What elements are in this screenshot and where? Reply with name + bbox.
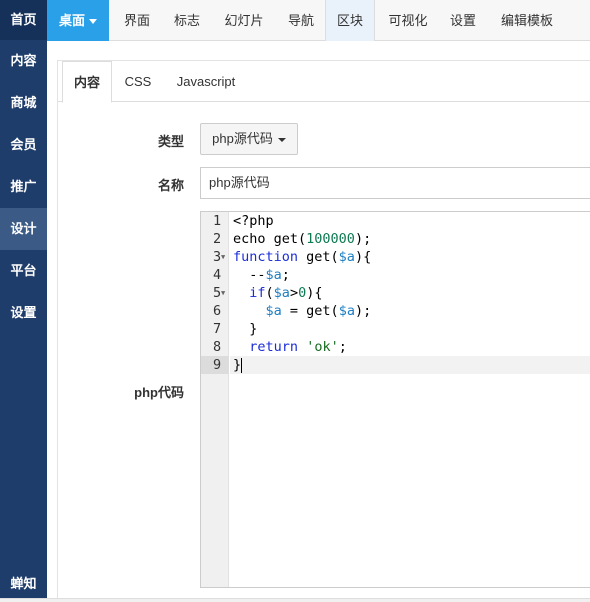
- sidebar-item-promote[interactable]: 推广: [0, 166, 47, 208]
- name-input[interactable]: php源代码: [200, 167, 590, 199]
- active-line-highlight: [230, 356, 590, 374]
- desktop-label: 桌面: [58, 13, 85, 28]
- type-select-value: php源代码: [212, 131, 273, 146]
- caret-down-icon: [89, 19, 97, 25]
- sidebar-item-content[interactable]: 内容: [0, 40, 47, 82]
- line-number: 8: [213, 339, 222, 355]
- caret-down-icon: [277, 137, 286, 142]
- tab-edit-template[interactable]: 编辑模板: [493, 0, 561, 41]
- sidebar-item-settings[interactable]: 设置: [0, 292, 47, 334]
- sidebar: 首页 内容 商城 会员 推广 设计 平台 设置 蝉知: [0, 0, 47, 602]
- code-line: $a = get($a);: [265, 303, 372, 319]
- line-number: 2: [213, 231, 222, 247]
- php-code-label: php代码: [134, 385, 184, 400]
- code-line: return 'ok';: [249, 339, 347, 355]
- fold-arrow-icon[interactable]: ▼: [221, 284, 227, 302]
- code-line: --$a;: [233, 267, 290, 283]
- subtab-css[interactable]: CSS: [116, 61, 160, 102]
- desktop-dropdown-button[interactable]: 桌面: [47, 0, 109, 41]
- code-line: }: [233, 321, 258, 337]
- tab-visual[interactable]: 可视化: [377, 0, 439, 41]
- tab-slides[interactable]: 幻灯片: [213, 0, 275, 41]
- code-line: }: [233, 357, 243, 373]
- brand-logo[interactable]: 蝉知: [0, 573, 47, 592]
- type-select[interactable]: php源代码: [200, 123, 298, 155]
- sidebar-home[interactable]: 首页: [0, 0, 47, 40]
- line-number: 7: [213, 321, 222, 337]
- subtab-content[interactable]: 内容: [62, 61, 112, 103]
- sidebar-item-design[interactable]: 设计: [0, 208, 47, 250]
- line-number: 4: [213, 267, 222, 283]
- sidebar-item-shop[interactable]: 商城: [0, 82, 47, 124]
- fold-arrow-icon[interactable]: ▼: [221, 248, 227, 266]
- code-line: if($a>0){: [249, 285, 323, 301]
- name-label: 名称: [157, 178, 184, 193]
- sidebar-item-platform[interactable]: 平台: [0, 250, 47, 292]
- code-line: function get($a){: [233, 249, 372, 265]
- block-edit-panel: 内容 CSS Javascript 类型 php源代码 名称 php源代码 ph…: [57, 60, 590, 602]
- bottom-border: [0, 598, 590, 602]
- code-line: <?php: [233, 213, 274, 229]
- subtab-javascript[interactable]: Javascript: [164, 61, 248, 102]
- line-number: 9: [201, 356, 229, 374]
- tab-logo[interactable]: 标志: [163, 0, 211, 41]
- top-nav: 桌面 界面 标志 幻灯片 导航 区块 可视化 设置 编辑模板: [47, 0, 590, 41]
- text-cursor: [241, 357, 243, 373]
- php-code-editor[interactable]: 1 2 3 ▼ 4 5 ▼ 6 7 8 9 <?php echo get(100…: [200, 211, 590, 588]
- sub-tabs: 内容 CSS Javascript: [58, 61, 590, 103]
- tab-interface[interactable]: 界面: [113, 0, 161, 41]
- sidebar-item-members[interactable]: 会员: [0, 124, 47, 166]
- tab-navigation[interactable]: 导航: [277, 0, 325, 41]
- tab-settings[interactable]: 设置: [439, 0, 487, 41]
- type-label: 类型: [157, 134, 184, 149]
- code-line: echo get(100000);: [233, 231, 372, 247]
- line-number: 6: [213, 303, 222, 319]
- tab-blocks[interactable]: 区块: [325, 0, 375, 41]
- line-number: 1: [213, 213, 222, 229]
